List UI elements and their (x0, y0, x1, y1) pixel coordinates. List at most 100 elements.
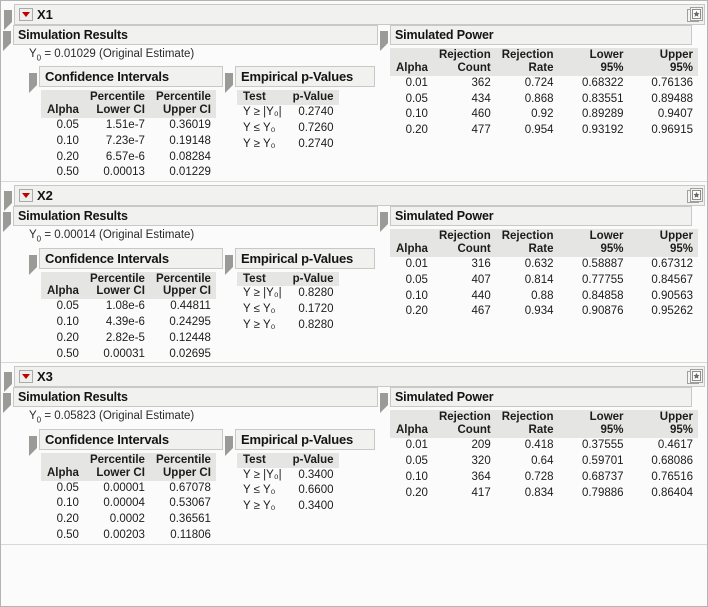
empirical-p-values-titlebar[interactable]: Empirical p-Values (225, 66, 375, 94)
section-title: X2 (37, 188, 53, 204)
column-header: Alpha (41, 452, 84, 481)
table-cell: 0.64 (531, 455, 554, 468)
triangle-open-icon[interactable] (225, 254, 233, 275)
triangle-open-icon[interactable] (225, 435, 233, 456)
table-cell: 0.934 (524, 305, 554, 318)
triangle-open-icon[interactable] (29, 73, 37, 94)
column-header: Test (237, 271, 287, 287)
make-into-data-table-star-icon[interactable] (687, 368, 704, 385)
triangle-open-icon[interactable] (3, 393, 11, 414)
table-cell: 0.90563 (651, 289, 693, 302)
triangle-open-icon[interactable] (225, 73, 233, 94)
triangle-open-icon[interactable] (4, 10, 13, 30)
confidence-intervals-titlebar[interactable]: Confidence Intervals (29, 428, 223, 456)
triangle-open-icon[interactable] (29, 435, 37, 456)
table-cell: 0.00013 (103, 166, 145, 179)
table-row: Y ≤ Y₀ 0.7260 (237, 121, 339, 137)
table-cell: 0.67312 (651, 257, 693, 270)
empirical-p-values-table: Test p-Value Y ≥ |Y₀| 0.8280 Y ≤ Y₀ 0.1720 Y … (237, 271, 339, 334)
table-cell: 0.79886 (581, 486, 624, 499)
empirical-p-values-block: Empirical p-Values Test p-Value Y ≥ |Y₀| 0… (223, 66, 375, 152)
triangle-open-icon[interactable] (4, 372, 13, 393)
section-body: Simulation Results Y0 = 0.00014 (Origina… (1, 206, 707, 362)
empirical-p-values-block: Empirical p-Values Test p-Value Y ≥ |Y₀| 0… (223, 247, 375, 334)
section-divider (1, 362, 707, 364)
table-cell: 1.51e-7 (105, 119, 145, 132)
simulated-power-block: Simulated Power Alpha Rejection Count Rejec… (380, 25, 698, 139)
section-titlebar[interactable]: X3 (4, 366, 705, 393)
simulation-results-title: Simulation Results (18, 390, 128, 405)
column-header: Percentile Lower CI (83, 271, 150, 300)
table-cell: 407 (471, 273, 491, 286)
power-table-body: 0.01 362 0.724 0.68322 0.76136 0.05 434 0.868 0.… (390, 76, 698, 139)
triangle-open-icon[interactable] (380, 393, 388, 414)
table-header-row: Test p-Value (237, 452, 339, 468)
empirical-p-values-block: Empirical p-Values Test p-Value Y ≥ |Y₀| 0… (223, 428, 375, 515)
table-cell: 0.8280 (298, 319, 334, 331)
simulation-results-titlebar[interactable]: Simulation Results (3, 206, 378, 233)
table-cell: 0.89289 (581, 108, 624, 121)
simulated-power-titlebar[interactable]: Simulated Power (380, 25, 692, 51)
simulated-power-titlebar[interactable]: Simulated Power (380, 206, 692, 233)
confidence-intervals-titlebar[interactable]: Confidence Intervals (29, 66, 223, 94)
table-cell: 0.12448 (169, 331, 211, 344)
table-row: 0.10 460 0.92 0.89289 0.9407 (390, 107, 698, 123)
make-into-data-table-star-icon[interactable] (687, 6, 704, 23)
section-title: X1 (37, 7, 53, 22)
red-triangle-menu-icon[interactable] (19, 189, 33, 203)
triangle-open-icon[interactable] (3, 212, 11, 233)
empirical-p-values-titlebar[interactable]: Empirical p-Values (225, 247, 375, 275)
empirical-p-values-titlebar[interactable]: Empirical p-Values (225, 428, 375, 456)
column-header: Test (237, 90, 287, 106)
table-cell: 209 (471, 439, 491, 452)
table-row: Y ≤ Y₀ 0.6600 (237, 483, 339, 499)
triangle-open-icon[interactable] (29, 254, 37, 275)
table-cell: 0.00203 (103, 528, 145, 541)
triangle-open-icon[interactable] (3, 31, 11, 51)
table-cell: 0.19148 (169, 134, 211, 147)
table-row: 0.10 364 0.728 0.68737 0.76516 (390, 470, 698, 486)
triangle-open-icon[interactable] (380, 212, 388, 233)
section-divider (1, 181, 707, 183)
red-triangle-menu-icon[interactable] (19, 8, 33, 21)
table-cell: 0.10 (56, 316, 79, 329)
triangle-open-icon[interactable] (4, 191, 13, 212)
table-cell: 0.01 (405, 76, 428, 89)
table-header-row: Test p-Value (237, 271, 339, 287)
table-cell: 364 (471, 470, 491, 483)
ci-table-body: 0.05 1.51e-7 0.36019 0.10 7.23e-7 0.19148 0.20… (41, 118, 216, 181)
ci-table-body: 0.05 1.08e-6 0.44811 0.10 4.39e-6 0.24295 0.20… (41, 299, 216, 362)
table-header-row: Alpha Percentile Lower CI Percentile Upper C… (41, 90, 216, 119)
original-estimate-note: (Original Estimate) (99, 229, 195, 242)
table-cell: 0.68322 (581, 76, 624, 89)
make-into-data-table-star-icon[interactable] (687, 187, 704, 204)
table-cell: 0.4617 (657, 439, 693, 452)
y0-symbol: Y0 (29, 48, 42, 63)
table-cell: 0.36561 (169, 513, 211, 526)
confidence-intervals-titlebar[interactable]: Confidence Intervals (29, 247, 223, 275)
table-cell: 0.10 (56, 134, 79, 147)
empirical-p-values-table: Test p-Value Y ≥ |Y₀| 0.3400 Y ≤ Y₀ 0.6600 Y … (237, 452, 339, 515)
column-header: Alpha (390, 229, 433, 257)
section-titlebar[interactable]: X1 (4, 4, 705, 30)
empirical-p-values-title: Empirical p-Values (241, 250, 354, 266)
table-cell: 434 (471, 92, 491, 105)
section-titlebar[interactable]: X2 (4, 185, 705, 212)
simulated-power-title: Simulated Power (395, 390, 494, 405)
table-cell: 4.39e-6 (105, 316, 145, 329)
empirical-p-values-title: Empirical p-Values (241, 431, 354, 447)
y0-symbol: Y0 (29, 410, 42, 425)
simulation-results-titlebar[interactable]: Simulation Results (3, 387, 378, 414)
table-cell: 0.92 (531, 108, 554, 121)
simulation-results-titlebar[interactable]: Simulation Results (3, 25, 378, 51)
column-header: Rejection Rate (495, 229, 559, 257)
table-cell: 0.10 (405, 108, 428, 121)
table-cell: 0.834 (524, 486, 554, 499)
table-cell: 0.96915 (651, 124, 693, 137)
table-row: 0.10 440 0.88 0.84858 0.90563 (390, 289, 698, 305)
simulated-power-titlebar[interactable]: Simulated Power (380, 387, 692, 414)
table-cell: 0.6600 (298, 484, 334, 497)
triangle-open-icon[interactable] (380, 31, 388, 51)
table-cell: Y ≥ Y₀ (243, 137, 276, 150)
red-triangle-menu-icon[interactable] (19, 370, 33, 384)
